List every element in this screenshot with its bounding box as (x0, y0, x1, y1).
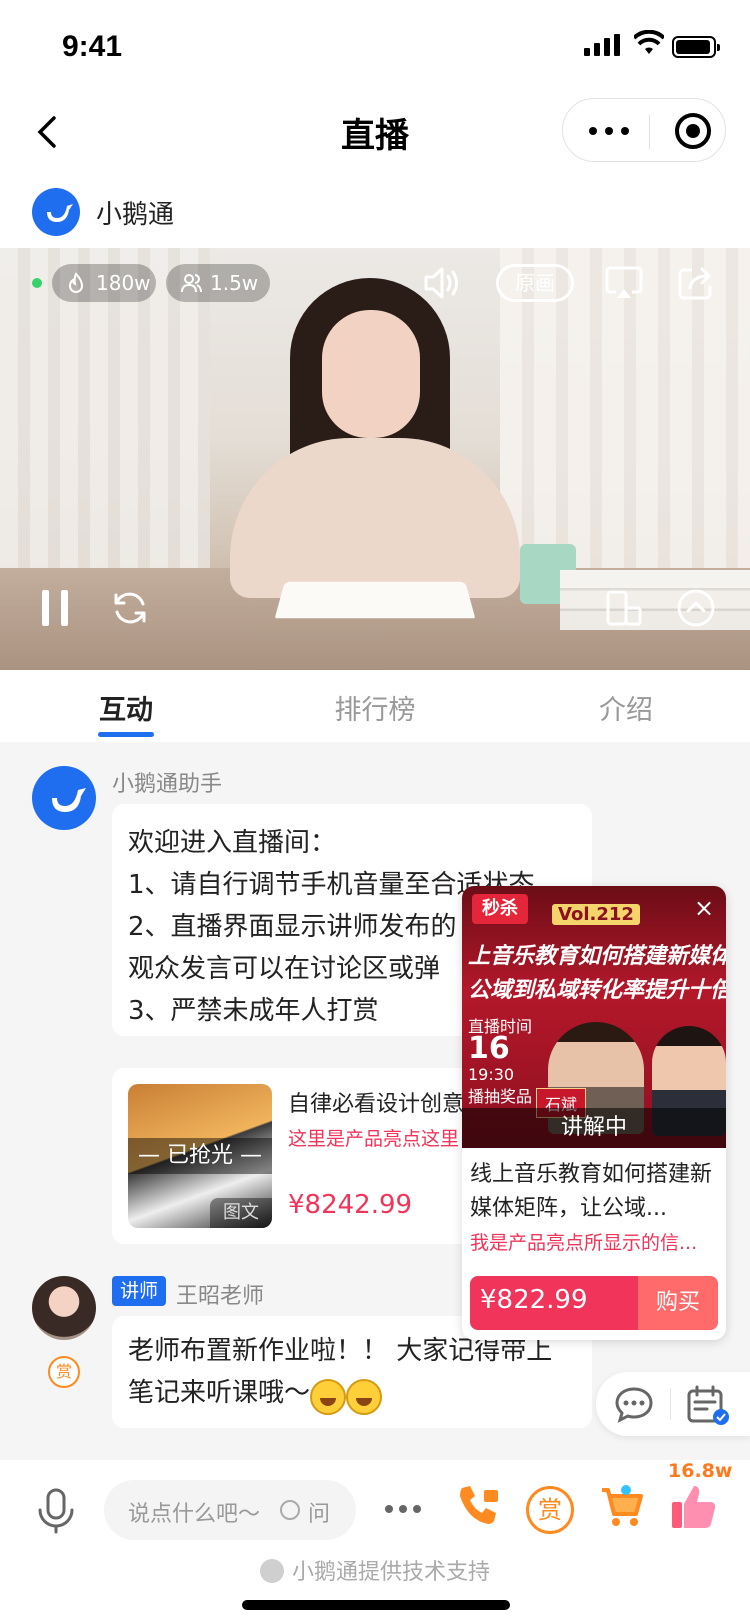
like-icon[interactable] (668, 1480, 720, 1532)
assistant-avatar[interactable] (32, 766, 96, 830)
teacher-name: 王昭老师 (176, 1284, 265, 1309)
poster-headline: 上音乐教育如何搭建新媒体 (468, 944, 726, 969)
poster-headline: 公域到私域转化率提升十倍 (468, 978, 726, 1003)
status-time: 9:41 (62, 30, 123, 63)
tab-ranking[interactable]: 排行榜 (295, 688, 455, 727)
channel-name[interactable]: 小鹅通 (96, 194, 174, 231)
video-scene (274, 581, 476, 619)
assistant-name: 小鹅通助手 (112, 772, 223, 797)
more-icon[interactable] (589, 127, 629, 135)
channel-logo[interactable] (32, 188, 80, 236)
tech-support-footer: 小鹅通提供技术支持 (0, 1554, 750, 1586)
tab-intro[interactable]: 介绍 (546, 688, 706, 727)
cast-icon[interactable] (604, 264, 644, 302)
fire-icon (68, 272, 84, 293)
tab-bar: 互动 排行榜 介绍 (0, 670, 750, 742)
quality-button[interactable]: 原画 (496, 264, 574, 302)
more-icon[interactable] (384, 1504, 422, 1514)
popup-price: ¥822.99 (480, 1285, 588, 1315)
product-title: 自律必看设计创意 (288, 1092, 465, 1117)
chat-icon[interactable] (614, 1386, 654, 1424)
sold-out-label: — 已抢光 — (128, 1138, 272, 1174)
people-icon (181, 274, 202, 293)
like-count: 16.8w (668, 1460, 733, 1482)
grin-emoji-icon (346, 1378, 383, 1415)
explaining-status: 讲解中 (462, 1108, 726, 1148)
input-placeholder: 说点什么吧～ (128, 1502, 261, 1527)
presenter-figure (230, 438, 520, 598)
battery-icon (672, 36, 720, 58)
rotate-icon[interactable] (604, 588, 644, 628)
close-icon[interactable]: × (690, 894, 718, 922)
support-text: 小鹅通提供技术支持 (291, 1560, 490, 1585)
buy-bar[interactable]: ¥822.99 购买 (470, 1276, 718, 1330)
wifi-icon (634, 30, 664, 54)
welcome-line: 欢迎进入直播间： (128, 828, 337, 858)
share-icon[interactable] (676, 264, 716, 302)
popup-poster: Vol.212 上音乐教育如何搭建新媒体 公域到私域转化率提升十倍 直播时间 1… (462, 886, 726, 1148)
live-indicator (32, 278, 42, 288)
flash-sale-badge: 秒杀 (472, 894, 528, 924)
mic-icon[interactable] (36, 1488, 76, 1534)
product-price: ¥8242.99 (288, 1190, 413, 1220)
calendar-icon[interactable] (686, 1384, 730, 1426)
hot-count-pill: 180w (52, 264, 156, 302)
live-video-player[interactable]: 180w 1.5w 原画 (0, 248, 750, 670)
ask-label: 问 (308, 1502, 331, 1527)
popup-product-title: 线上音乐教育如何搭建新媒体矩阵，让公域... (470, 1162, 713, 1221)
volume-icon[interactable] (422, 264, 462, 302)
product-highlight: 这里是产品亮点这里 (288, 1128, 460, 1150)
pause-icon[interactable] (40, 588, 72, 628)
hot-count: 180w (96, 271, 151, 295)
tab-interaction[interactable]: 互动 (46, 688, 206, 727)
teacher-avatar[interactable] (32, 1276, 96, 1340)
floating-divider (670, 1388, 671, 1420)
bottom-bar: 说点什么吧～ 问 赏 16.8w 小鹅通提供技术支持 (0, 1460, 750, 1624)
poster-date: 直播时间 16 19:30 播抽奖品 (468, 1017, 533, 1106)
nav-bar: 直播 (0, 90, 750, 180)
status-bar: 9:41 (0, 0, 750, 90)
ask-toggle[interactable] (280, 1500, 300, 1520)
video-scene (560, 570, 750, 630)
product-image: — 已抢光 — 图文 (128, 1084, 272, 1228)
collapse-icon[interactable] (676, 588, 716, 628)
poster-volume: Vol.212 (546, 904, 640, 925)
refresh-icon[interactable] (110, 588, 150, 628)
support-logo (259, 1559, 284, 1583)
cart-icon[interactable] (598, 1482, 646, 1530)
viewer-count-pill: 1.5w (166, 264, 270, 302)
product-type-tag: 图文 (210, 1198, 272, 1228)
active-tab-indicator (98, 732, 154, 737)
reward-teacher-button[interactable]: 赏 (48, 1356, 80, 1388)
popup-product-highlight: 我是产品亮点所显示的信... (470, 1232, 698, 1254)
viewer-count: 1.5w (210, 271, 259, 295)
floating-actions (596, 1372, 750, 1436)
reward-button[interactable]: 赏 (526, 1486, 574, 1534)
channel-row: 小鹅通 (0, 180, 750, 248)
signal-icon (584, 34, 620, 56)
grin-emoji-icon (310, 1378, 347, 1415)
comment-input[interactable]: 说点什么吧～ 问 (104, 1480, 356, 1540)
product-popup[interactable]: Vol.212 上音乐教育如何搭建新媒体 公域到私域转化率提升十倍 直播时间 1… (462, 886, 726, 1340)
mini-program-capsule (562, 98, 726, 162)
target-icon[interactable] (675, 113, 711, 149)
capsule-divider (649, 115, 650, 149)
presenter-figure (322, 310, 420, 438)
home-indicator (242, 1600, 510, 1610)
phone-icon[interactable] (454, 1482, 502, 1530)
lecturer-badge: 讲师 (112, 1276, 166, 1306)
buy-button[interactable]: 购买 (638, 1276, 718, 1330)
